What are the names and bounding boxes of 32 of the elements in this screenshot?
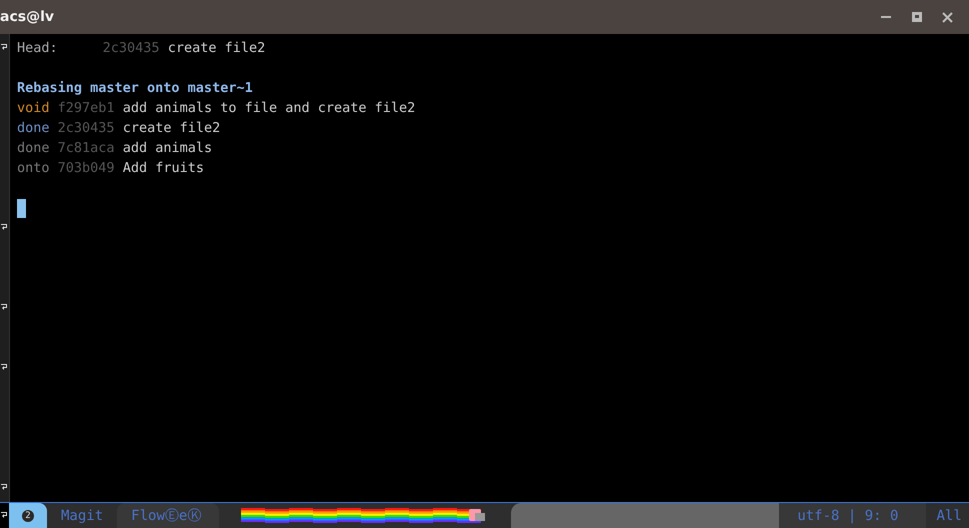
close-icon[interactable] (942, 12, 953, 22)
section-heading: Rebasing master onto master~1 (17, 80, 253, 96)
commit-message: create file2 (168, 40, 266, 56)
scroll-position: All (935, 508, 962, 524)
major-mode: Magit (60, 508, 104, 524)
rebase-action: done (17, 120, 50, 136)
commit-hash: 7c81aca (58, 140, 115, 156)
commit-hash: 2c30435 (58, 120, 115, 136)
rebase-action: done (17, 140, 50, 156)
commit-hash: 703b049 (58, 160, 115, 176)
head-label: Head: (17, 40, 58, 56)
wrap-arrow-icon (1, 44, 8, 52)
wrap-arrow-icon (1, 364, 8, 372)
minor-modes: FlowⒺeⓀ (117, 503, 220, 528)
maximize-icon[interactable] (912, 12, 922, 22)
commit-hash: f297eb1 (58, 100, 115, 116)
commit-message: create file2 (122, 120, 220, 136)
commit-hash: 2c30435 (102, 40, 160, 56)
window-number: 2 (22, 510, 34, 522)
wrap-arrow-icon (1, 484, 8, 492)
wrap-arrow-icon (1, 512, 8, 520)
window-title: acs@lv (0, 9, 54, 25)
rebase-action: onto (17, 160, 50, 176)
rebase-action: void (17, 100, 50, 116)
commit-message: add animals (122, 140, 212, 156)
encoding-position: utf-8 | 9: 0 (779, 503, 926, 528)
text-cursor (17, 198, 26, 218)
wrap-arrow-icon (1, 224, 8, 232)
commit-message: add animals to file and create file2 (122, 100, 416, 116)
wrap-arrow-icon (1, 304, 8, 312)
commit-message: Add fruits (122, 160, 204, 176)
minimize-icon[interactable] (880, 15, 892, 19)
